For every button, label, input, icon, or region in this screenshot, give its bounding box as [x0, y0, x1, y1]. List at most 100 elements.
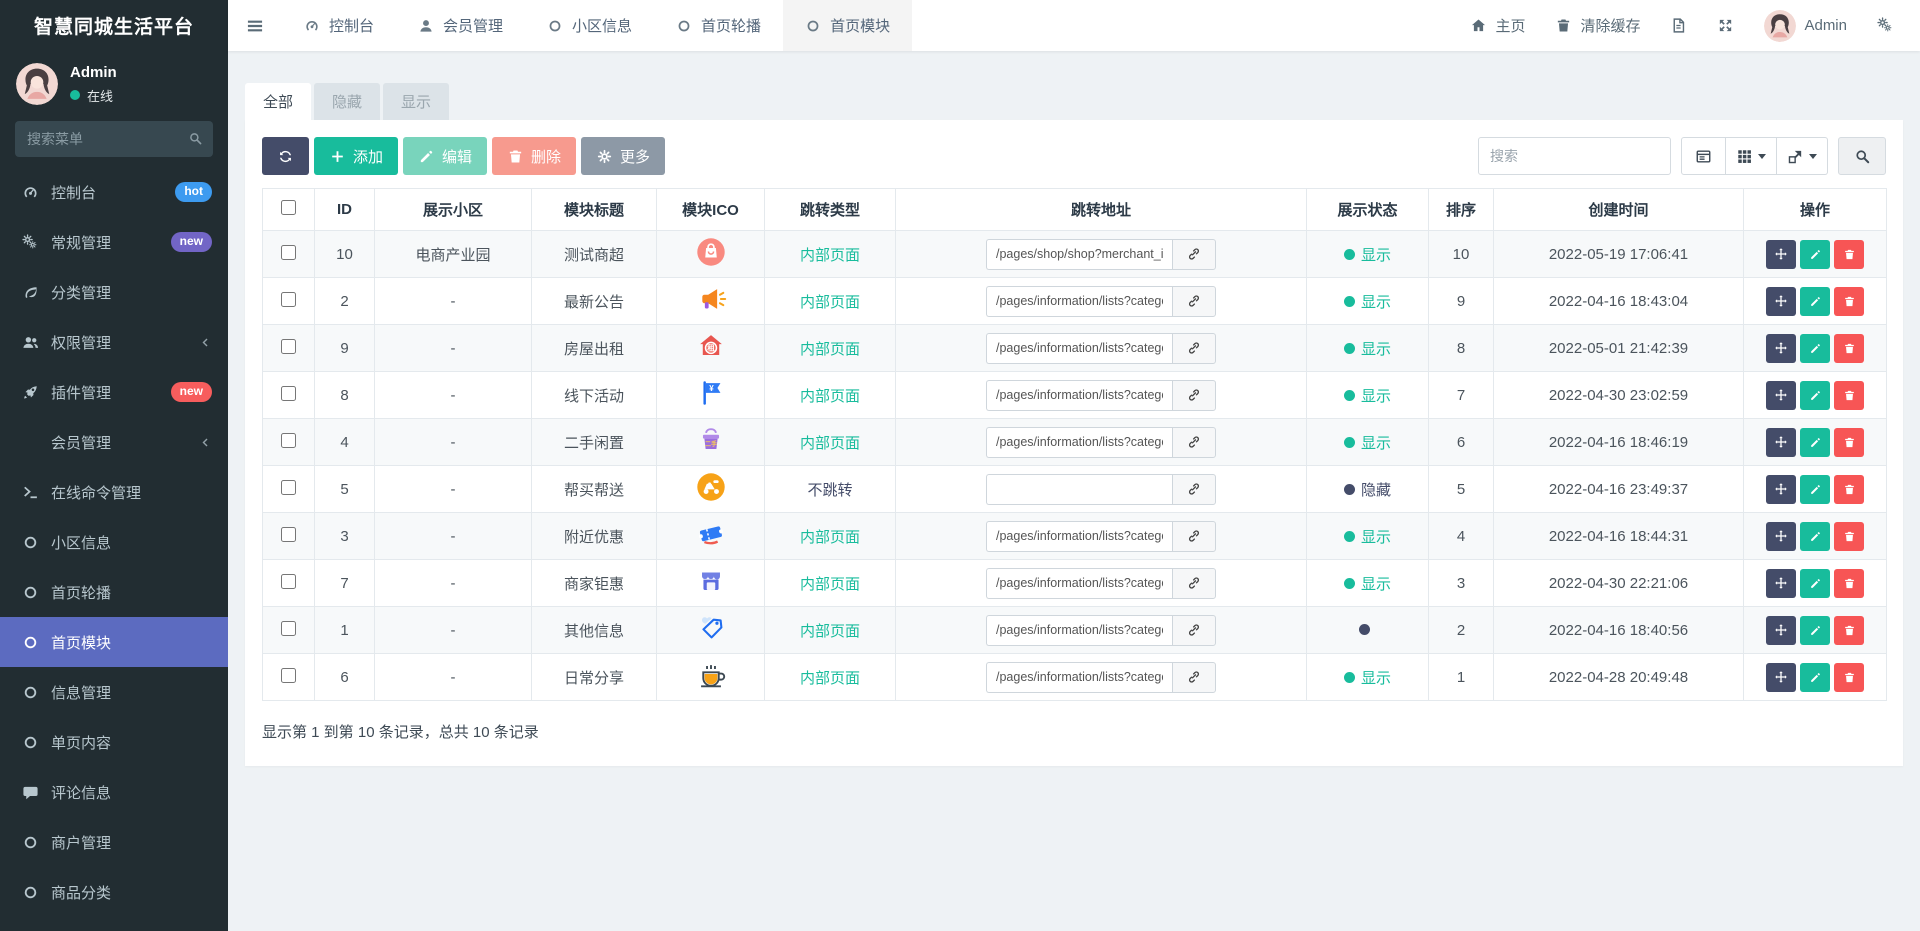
- jump-url-input[interactable]: [986, 332, 1172, 364]
- row-delete-button[interactable]: [1834, 568, 1864, 598]
- link-button[interactable]: [1172, 379, 1216, 411]
- top-tab-1[interactable]: 会员管理: [396, 0, 525, 51]
- add-button[interactable]: 添加: [314, 137, 399, 175]
- row-edit-button[interactable]: [1800, 568, 1830, 598]
- row-edit-button[interactable]: [1800, 427, 1830, 457]
- link-button[interactable]: [1172, 567, 1216, 599]
- row-edit-button[interactable]: [1800, 662, 1830, 692]
- row-delete-button[interactable]: [1834, 333, 1864, 363]
- link-button[interactable]: [1172, 426, 1216, 458]
- row-delete-button[interactable]: [1834, 521, 1864, 551]
- sidebar-item-5[interactable]: 会员管理: [0, 417, 228, 467]
- language-button[interactable]: [1670, 17, 1687, 34]
- more-button[interactable]: 更多: [581, 137, 666, 175]
- link-button[interactable]: [1172, 661, 1216, 693]
- clear-cache-button[interactable]: 清除缓存: [1555, 15, 1640, 36]
- row-edit-button[interactable]: [1800, 286, 1830, 316]
- row-edit-button[interactable]: [1800, 239, 1830, 269]
- menu-search-input[interactable]: [15, 121, 213, 157]
- row-delete-button[interactable]: [1834, 286, 1864, 316]
- drag-sort-button[interactable]: [1766, 239, 1796, 269]
- drag-sort-button[interactable]: [1766, 380, 1796, 410]
- jump-url-input[interactable]: [986, 520, 1172, 552]
- sidebar-item-1[interactable]: 常规管理 new: [0, 217, 228, 267]
- link-button[interactable]: [1172, 238, 1216, 270]
- sidebar-item-7[interactable]: 小区信息: [0, 517, 228, 567]
- row-checkbox[interactable]: [281, 244, 296, 260]
- row-delete-button[interactable]: [1834, 239, 1864, 269]
- select-all-checkbox[interactable]: [281, 200, 296, 215]
- sidebar-item-8[interactable]: 首页轮播: [0, 567, 228, 617]
- sidebar-item-14[interactable]: 商品分类: [0, 867, 228, 917]
- link-button[interactable]: [1172, 332, 1216, 364]
- sidebar-item-13[interactable]: 商户管理: [0, 817, 228, 867]
- jump-url-input[interactable]: [986, 379, 1172, 411]
- edit-button[interactable]: 编辑: [403, 137, 488, 175]
- row-delete-button[interactable]: [1834, 474, 1864, 504]
- home-link[interactable]: 主页: [1470, 15, 1525, 36]
- link-button[interactable]: [1172, 285, 1216, 317]
- row-edit-button[interactable]: [1800, 615, 1830, 645]
- drag-sort-button[interactable]: [1766, 521, 1796, 551]
- sidebar-item-3[interactable]: 权限管理: [0, 317, 228, 367]
- row-checkbox[interactable]: [281, 338, 296, 354]
- jump-url-input[interactable]: [986, 426, 1172, 458]
- jump-url-input[interactable]: [986, 473, 1172, 505]
- filter-tab-2[interactable]: 显示: [383, 83, 450, 120]
- columns-button[interactable]: [1726, 137, 1777, 175]
- filter-tab-0[interactable]: 全部: [245, 83, 312, 120]
- drag-sort-button[interactable]: [1766, 662, 1796, 692]
- jump-url-input[interactable]: [986, 238, 1172, 270]
- sidebar-item-9[interactable]: 首页模块: [0, 617, 228, 667]
- row-checkbox[interactable]: [281, 526, 296, 542]
- row-checkbox[interactable]: [281, 432, 296, 448]
- row-checkbox[interactable]: [281, 667, 296, 683]
- export-button[interactable]: [1777, 137, 1828, 175]
- settings-button[interactable]: [1877, 17, 1894, 34]
- row-delete-button[interactable]: [1834, 427, 1864, 457]
- menu-toggle-button[interactable]: [228, 0, 282, 51]
- top-tab-3[interactable]: 首页轮播: [654, 0, 783, 51]
- row-edit-button[interactable]: [1800, 474, 1830, 504]
- sidebar-item-2[interactable]: 分类管理: [0, 267, 228, 317]
- top-tab-0[interactable]: 控制台: [282, 0, 396, 51]
- row-delete-button[interactable]: [1834, 615, 1864, 645]
- jump-url-input[interactable]: [986, 285, 1172, 317]
- link-button[interactable]: [1172, 520, 1216, 552]
- top-tab-4[interactable]: 首页模块: [783, 0, 913, 51]
- sidebar-item-12[interactable]: 评论信息: [0, 767, 228, 817]
- table-search-input[interactable]: [1478, 137, 1671, 175]
- row-delete-button[interactable]: [1834, 662, 1864, 692]
- delete-button[interactable]: 删除: [492, 137, 577, 175]
- row-edit-button[interactable]: [1800, 521, 1830, 551]
- drag-sort-button[interactable]: [1766, 427, 1796, 457]
- row-edit-button[interactable]: [1800, 380, 1830, 410]
- refresh-button[interactable]: [262, 137, 309, 175]
- sidebar-item-4[interactable]: 插件管理 new: [0, 367, 228, 417]
- drag-sort-button[interactable]: [1766, 615, 1796, 645]
- detail-view-button[interactable]: [1681, 137, 1726, 175]
- filter-tab-1[interactable]: 隐藏: [314, 83, 381, 120]
- drag-sort-button[interactable]: [1766, 333, 1796, 363]
- row-edit-button[interactable]: [1800, 333, 1830, 363]
- row-checkbox[interactable]: [281, 573, 296, 589]
- user-menu[interactable]: Admin: [1764, 9, 1847, 42]
- link-button[interactable]: [1172, 473, 1216, 505]
- top-tab-2[interactable]: 小区信息: [525, 0, 654, 51]
- sidebar-item-10[interactable]: 信息管理: [0, 667, 228, 717]
- row-checkbox[interactable]: [281, 620, 296, 636]
- row-checkbox[interactable]: [281, 385, 296, 401]
- row-checkbox[interactable]: [281, 479, 296, 495]
- drag-sort-button[interactable]: [1766, 286, 1796, 316]
- fullscreen-button[interactable]: [1717, 17, 1734, 34]
- link-button[interactable]: [1172, 614, 1216, 646]
- jump-url-input[interactable]: [986, 661, 1172, 693]
- search-button[interactable]: [1838, 137, 1886, 175]
- sidebar-item-6[interactable]: 在线命令管理: [0, 467, 228, 517]
- jump-url-input[interactable]: [986, 567, 1172, 599]
- drag-sort-button[interactable]: [1766, 568, 1796, 598]
- sidebar-item-11[interactable]: 单页内容: [0, 717, 228, 767]
- drag-sort-button[interactable]: [1766, 474, 1796, 504]
- row-checkbox[interactable]: [281, 291, 296, 307]
- sidebar-item-0[interactable]: 控制台 hot: [0, 167, 228, 217]
